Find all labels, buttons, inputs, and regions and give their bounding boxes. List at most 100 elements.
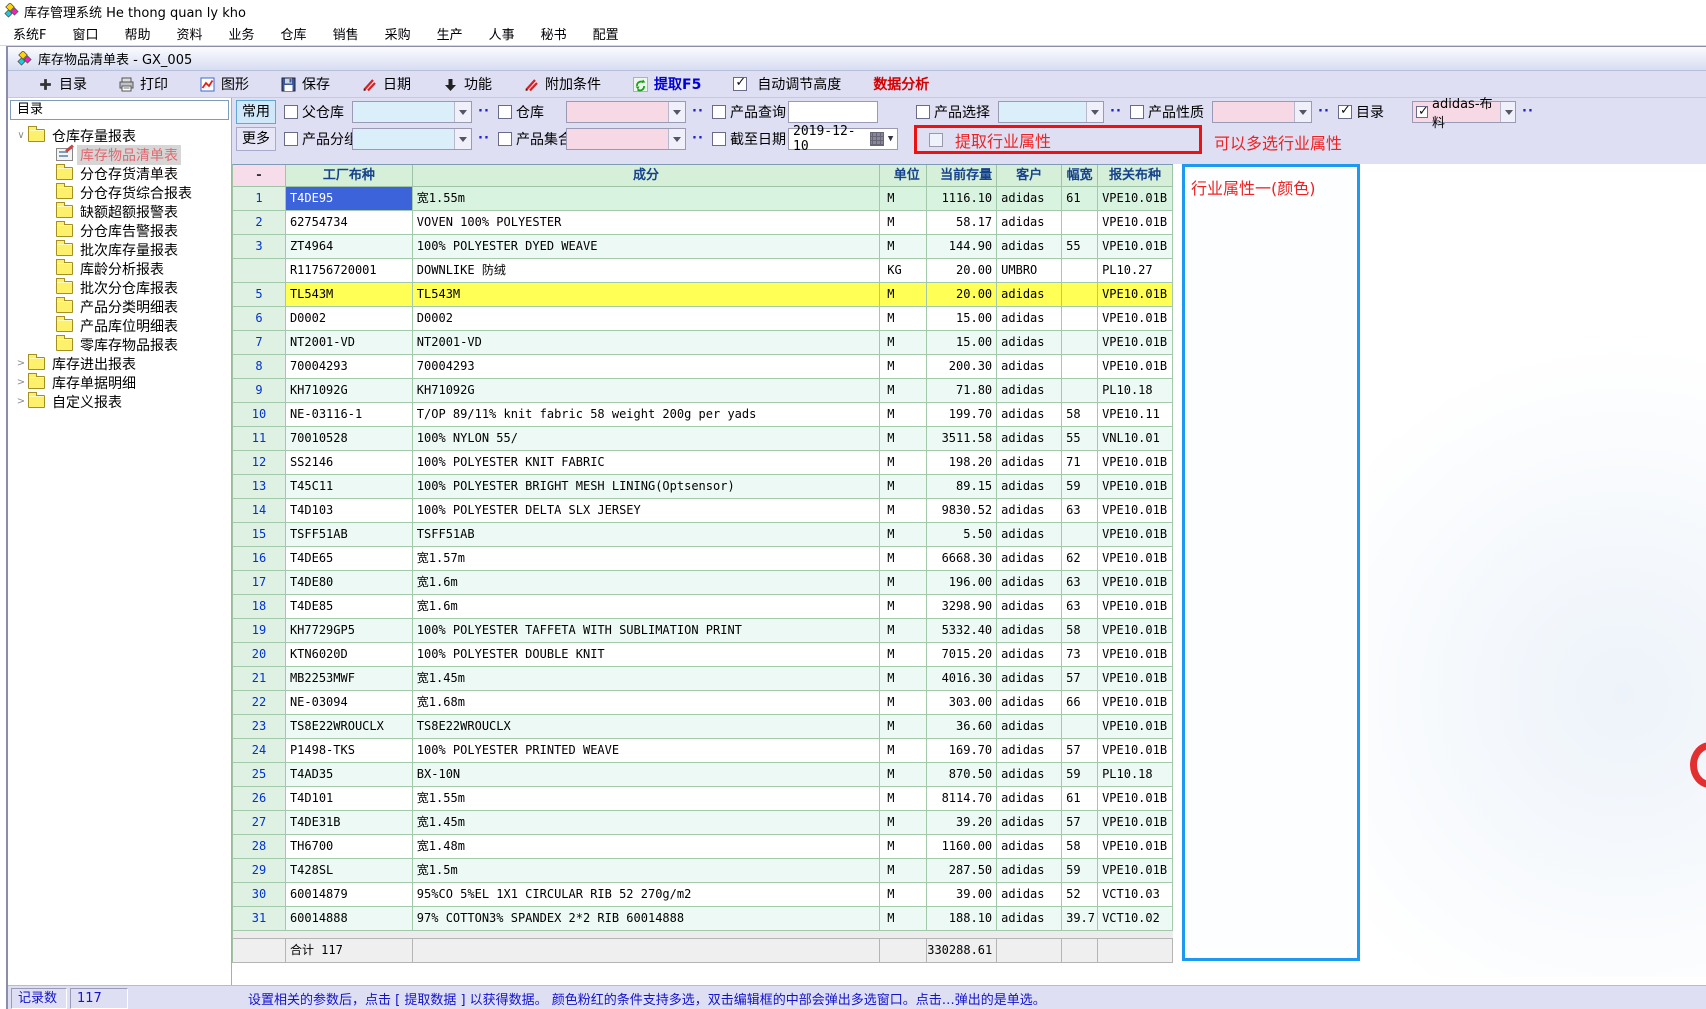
table-cell[interactable]: T4D101 <box>286 787 413 811</box>
table-cell[interactable]: adidas <box>997 211 1062 235</box>
table-cell[interactable]: 95%CO 5%EL 1X1 CIRCULAR RIB 52 270g/m2 <box>413 883 880 907</box>
product-select-checkbox[interactable] <box>916 105 930 119</box>
table-cell[interactable]: M <box>880 523 927 547</box>
ellipsis-button[interactable]: ·· <box>478 104 490 119</box>
table-cell[interactable]: 55 <box>1062 427 1098 451</box>
table-cell[interactable] <box>1062 355 1098 379</box>
table-cell[interactable]: DOWNLIKE 防绒 <box>413 259 880 283</box>
table-cell[interactable]: VPE10.01B <box>1098 739 1173 763</box>
table-cell[interactable]: 57 <box>1062 811 1098 835</box>
table-cell[interactable]: 25 <box>233 763 286 787</box>
tree-item[interactable]: 分仓存货清单表 <box>8 164 231 183</box>
table-row[interactable]: 6D0002D0002M15.00adidasVPE10.01B <box>233 307 1173 331</box>
table-cell[interactable]: 100% NYLON 55/ <box>413 427 880 451</box>
table-cell[interactable]: TL543M <box>286 283 413 307</box>
table-cell[interactable] <box>233 259 286 283</box>
table-cell[interactable]: adidas <box>997 475 1062 499</box>
table-row[interactable]: 14T4D103100% POLYESTER DELTA SLX JERSEYM… <box>233 499 1173 523</box>
table-cell[interactable]: adidas <box>997 907 1062 931</box>
table-cell[interactable]: TL543M <box>413 283 880 307</box>
table-row[interactable]: 15TSFF51ABTSFF51ABM5.50adidasVPE10.01B <box>233 523 1173 547</box>
table-cell[interactable]: 39.20 <box>927 811 997 835</box>
table-cell[interactable]: 62 <box>1062 547 1098 571</box>
table-cell[interactable]: M <box>880 475 927 499</box>
dropdown-arrow-icon[interactable] <box>1500 102 1515 122</box>
table-cell[interactable]: adidas <box>997 307 1062 331</box>
table-cell[interactable]: adidas <box>997 643 1062 667</box>
print-button[interactable]: 打印 <box>119 74 168 94</box>
tree-item[interactable]: 分仓库告警报表 <box>8 221 231 240</box>
table-cell[interactable]: adidas <box>997 523 1062 547</box>
table-cell[interactable]: 199.70 <box>927 403 997 427</box>
table-cell[interactable]: TS8E22WROUCLX <box>413 715 880 739</box>
table-cell[interactable]: M <box>880 427 927 451</box>
table-row[interactable]: 262754734VOVEN 100% POLYESTERM58.17adida… <box>233 211 1173 235</box>
table-cell[interactable] <box>1062 523 1098 547</box>
selected-cell[interactable]: T4DE95 <box>286 187 413 211</box>
table-cell[interactable]: VPE10.01B <box>1098 475 1173 499</box>
table-cell[interactable]: 20.00 <box>927 259 997 283</box>
table-cell[interactable]: VPE10.01B <box>1098 355 1173 379</box>
table-cell[interactable]: 15.00 <box>927 331 997 355</box>
table-cell[interactable]: 59 <box>1062 763 1098 787</box>
table-cell[interactable]: VPE10.01B <box>1098 451 1173 475</box>
table-cell[interactable]: 22 <box>233 691 286 715</box>
table-cell[interactable]: T/OP 89/11% knit fabric 58 weight 200g p… <box>413 403 880 427</box>
catalog-value-checkbox[interactable] <box>1416 106 1428 118</box>
table-cell[interactable]: VPE10.01B <box>1098 283 1173 307</box>
table-cell[interactable]: R11756720001 <box>286 259 413 283</box>
table-cell[interactable]: adidas <box>997 835 1062 859</box>
table-cell[interactable]: 15.00 <box>927 307 997 331</box>
table-cell[interactable]: 59 <box>1062 859 1098 883</box>
table-cell[interactable]: 73 <box>1062 643 1098 667</box>
cutoff-date-checkbox[interactable] <box>712 132 726 146</box>
table-cell[interactable]: 宽1.55m <box>413 787 880 811</box>
menu-item[interactable]: 配置 <box>580 21 632 46</box>
table-cell[interactable]: 61 <box>1062 187 1098 211</box>
table-cell[interactable]: adidas <box>997 547 1062 571</box>
calendar-icon[interactable] <box>870 132 885 146</box>
table-cell[interactable]: 12 <box>233 451 286 475</box>
table-cell[interactable]: 89.15 <box>927 475 997 499</box>
table-cell[interactable]: adidas <box>997 763 1062 787</box>
chevron-right-icon[interactable]: > <box>14 377 28 388</box>
table-cell[interactable]: 63 <box>1062 595 1098 619</box>
table-cell[interactable]: D0002 <box>413 307 880 331</box>
table-row[interactable]: 7NT2001-VDNT2001-VDM15.00adidasVPE10.01B <box>233 331 1173 355</box>
table-cell[interactable]: 287.50 <box>927 859 997 883</box>
table-row[interactable]: 17T4DE80宽1.6mM196.00adidas63VPE10.01B <box>233 571 1173 595</box>
table-cell[interactable]: 55 <box>1062 235 1098 259</box>
table-cell[interactable]: M <box>880 235 927 259</box>
table-cell[interactable]: adidas <box>997 283 1062 307</box>
table-cell[interactable]: adidas <box>997 355 1062 379</box>
table-cell[interactable]: NT2001-VD <box>413 331 880 355</box>
table-cell[interactable]: 5332.40 <box>927 619 997 643</box>
dropdown-arrow-icon[interactable] <box>454 102 471 122</box>
table-cell[interactable]: adidas <box>997 235 1062 259</box>
table-cell[interactable]: adidas <box>997 691 1062 715</box>
table-cell[interactable]: 70010528 <box>286 427 413 451</box>
menu-item[interactable]: 仓库 <box>268 21 320 46</box>
table-cell[interactable]: M <box>880 739 927 763</box>
table-cell[interactable]: M <box>880 571 927 595</box>
table-cell[interactable]: M <box>880 403 927 427</box>
table-cell[interactable]: T4DE80 <box>286 571 413 595</box>
product-set-dropdown[interactable] <box>566 128 686 150</box>
table-cell[interactable]: adidas <box>997 619 1062 643</box>
table-cell[interactable]: VPE10.01B <box>1098 859 1173 883</box>
table-cell[interactable]: 10 <box>233 403 286 427</box>
product-group-checkbox[interactable] <box>284 132 298 146</box>
table-cell[interactable]: 8114.70 <box>927 787 997 811</box>
table-cell[interactable]: 7015.20 <box>927 643 997 667</box>
table-cell[interactable]: M <box>880 187 927 211</box>
table-row[interactable]: 316001488897% COTTON3% SPANDEX 2*2 RIB 6… <box>233 907 1173 931</box>
warehouse-dropdown[interactable] <box>566 101 686 123</box>
table-cell[interactable]: VPE10.01B <box>1098 331 1173 355</box>
table-cell[interactable]: 58.17 <box>927 211 997 235</box>
table-cell[interactable] <box>1062 307 1098 331</box>
column-header[interactable]: 客户 <box>997 165 1062 187</box>
table-cell[interactable]: VPE10.01B <box>1098 211 1173 235</box>
table-cell[interactable]: M <box>880 883 927 907</box>
table-cell[interactable]: 20.00 <box>927 283 997 307</box>
table-cell[interactable]: 100% POLYESTER DOUBLE KNIT <box>413 643 880 667</box>
